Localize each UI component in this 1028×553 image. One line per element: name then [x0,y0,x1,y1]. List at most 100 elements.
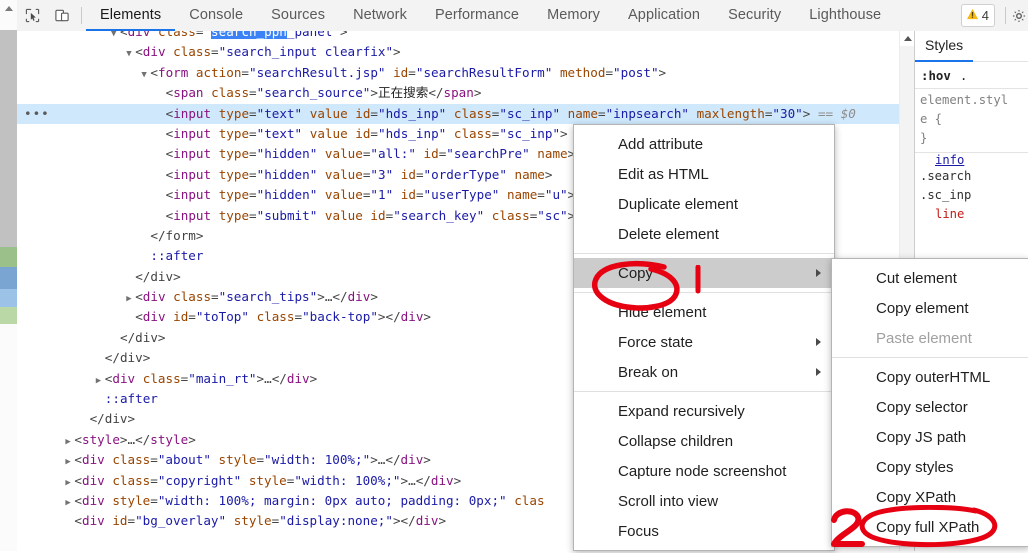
copy-submenu-item-copy-styles[interactable]: Copy styles [832,452,1028,482]
context-menu-item-add-attribute[interactable]: Add attribute [574,129,834,159]
copy-submenu-item-copy-element[interactable]: Copy element [832,293,1028,323]
dom-tree-row[interactable]: <form action="searchResult.jsp" id="sear… [17,63,900,83]
warning-triangle-icon [966,8,979,23]
menu-item-label: Paste element [876,329,972,347]
toolbar-divider-2 [1005,7,1006,24]
chevron-right-icon [816,338,821,346]
copy-submenu-item-copy-selector[interactable]: Copy selector [832,392,1028,422]
context-menu-item-scroll-into-view[interactable]: Scroll into view [574,486,834,516]
menu-item-label: Collapse children [618,432,734,450]
tab-lighthouse[interactable]: Lighthouse [795,0,895,31]
context-menu-item-duplicate-element[interactable]: Duplicate element [574,189,834,219]
menu-item-label: Copy [618,264,654,282]
menu-item-label: Copy full XPath [876,518,980,536]
menu-item-label: Add attribute [618,135,704,153]
tab-application[interactable]: Application [614,0,714,31]
context-menu-separator [574,253,834,254]
scrollbar-marker-lightblue [0,289,17,307]
tab-security[interactable]: Security [714,0,795,31]
context-menu-item-capture-node-screenshot[interactable]: Capture node screenshot [574,456,834,486]
scrollbar-marker-green [0,247,17,267]
menu-item-label: Copy styles [876,458,954,476]
menu-item-label: Copy selector [876,398,968,416]
chevron-right-icon [816,269,821,277]
element-style-rule[interactable]: element.styl e { } [915,89,1028,150]
tab-console[interactable]: Console [175,0,257,31]
toolbar-divider [81,7,82,24]
cls-button[interactable]: . [960,68,968,83]
dom-tree-row[interactable]: <div class="search_pph_panel"> [17,31,900,42]
context-menu-separator [574,292,834,293]
scrollbar-marker-lightgreen [0,307,17,324]
element-style-open-brace: e { [920,112,943,126]
twisty-expanded-icon[interactable] [126,44,135,64]
element-style-selector: element.styl [920,93,1009,107]
menu-item-label: Break on [618,363,679,381]
context-menu-item-force-state[interactable]: Force state [574,327,834,357]
context-menu-item-edit-as-html[interactable]: Edit as HTML [574,159,834,189]
hov-button[interactable]: :hov [921,68,951,83]
twisty-collapsed-icon[interactable] [96,371,105,391]
menu-item-label: Scroll into view [618,492,719,510]
device-toolbar-icon[interactable] [47,0,77,31]
copy-submenu-item-cut-element[interactable]: Cut element [832,263,1028,293]
copy-submenu-item-copy-full-xpath[interactable]: Copy full XPath [832,512,1028,542]
dom-tree-row[interactable]: <span class="search_source">正在搜索</span> [17,83,900,103]
css-selector-1[interactable]: .search [915,167,1028,186]
menu-item-label: Focus [618,522,659,540]
menu-item-label: Force state [618,333,694,351]
context-menu-item-collapse-children[interactable]: Collapse children [574,426,834,456]
gear-icon[interactable] [1010,0,1028,31]
tab-sources[interactable]: Sources [257,0,339,31]
devtools-toolbar: Elements Console Sources Network Perform… [17,0,1028,32]
context-menu[interactable]: Add attribute Edit as HTML Duplicate eleme… [573,124,835,551]
menu-item-label: Copy element [876,299,969,317]
copy-submenu[interactable]: Cut element Copy element Paste element Copy… [831,258,1028,547]
scrollbar-marker-blue [0,267,17,289]
copy-submenu-separator [832,357,1028,358]
copy-submenu-item-copy-js-path[interactable]: Copy JS path [832,422,1028,452]
menu-item-label: Edit as HTML [618,165,709,183]
copy-submenu-item-copy-xpath[interactable]: Copy XPath [832,482,1028,512]
dom-tree-row[interactable]: ••• <input type="text" value id="hds_inp"… [17,103,900,124]
context-menu-separator [574,391,834,392]
page-scrollbar[interactable] [0,0,17,551]
scroll-up-arrow-icon[interactable] [0,0,17,17]
menu-item-label: Capture node screenshot [618,462,787,480]
css-selector-2[interactable]: .sc_inp [915,186,1028,205]
element-style-close-brace: } [920,131,928,145]
dom-tree-row[interactable]: <div class="search_input clearfix"> [17,42,900,62]
styles-tabbar: Styles [915,31,1028,62]
context-menu-item-expand-recursively[interactable]: Expand recursively [574,396,834,426]
context-menu-item-focus[interactable]: Focus [574,516,834,546]
tab-memory[interactable]: Memory [533,0,614,31]
row-ellipsis-icon[interactable]: ••• [24,104,50,124]
menu-item-label: Copy outerHTML [876,368,991,386]
dom-scroll-up-arrow-icon[interactable] [900,31,915,46]
css-property-1[interactable]: line [915,205,1028,224]
tab-performance[interactable]: Performance [421,0,533,31]
stylesheet-source-link[interactable]: info [915,153,1028,167]
warning-badge[interactable]: 4 [960,4,995,27]
chevron-right-icon [816,368,821,376]
tab-elements[interactable]: Elements [86,0,176,31]
tab-network[interactable]: Network [339,0,421,31]
menu-item-label: Copy JS path [876,428,967,446]
page-scrollbar-thumb[interactable] [0,30,17,247]
context-menu-item-break-on[interactable]: Break on [574,357,834,387]
twisty-collapsed-icon[interactable] [126,289,135,309]
copy-submenu-item-copy-outerhtml[interactable]: Copy outerHTML [832,362,1028,392]
warning-count: 4 [981,8,989,23]
copy-submenu-item-paste-element: Paste element [832,323,1028,353]
menu-item-label: Cut element [876,269,957,287]
context-menu-item-delete-element[interactable]: Delete element [574,219,834,249]
context-menu-item-copy[interactable]: Copy [574,258,834,288]
styles-filter-row: :hov . [915,62,1028,89]
tab-styles[interactable]: Styles [915,31,974,62]
panel-tabs: Elements Console Sources Network Perform… [86,0,895,31]
inspect-cursor-icon[interactable] [17,0,47,31]
context-menu-item-hide-element[interactable]: Hide element [574,297,834,327]
menu-item-label: Copy XPath [876,488,957,506]
menu-item-label: Hide element [618,303,707,321]
menu-item-label: Delete element [618,225,719,243]
